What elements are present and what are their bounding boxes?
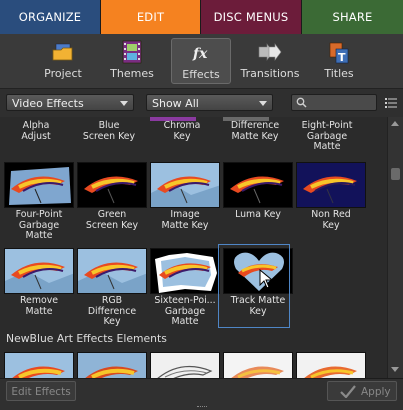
tab-organize[interactable]: ORGANIZE — [0, 0, 101, 34]
effects-button[interactable]: fx Effects — [171, 38, 231, 84]
show-filter-dropdown[interactable]: Show All — [146, 94, 273, 111]
effect-thumbnail — [77, 162, 147, 208]
titles-icon: T — [325, 40, 353, 64]
effect-item[interactable]: Green Screen Key — [77, 162, 147, 240]
effect-thumbnail — [150, 248, 220, 294]
effect-item[interactable]: Four-Point Garbage Matte — [4, 162, 74, 241]
effect-label: Luma Key — [235, 209, 281, 220]
effect-label: Image Matte Key — [161, 209, 209, 231]
effects-label: Effects — [182, 68, 220, 81]
tab-edit[interactable]: EDIT — [101, 0, 201, 34]
effect-label[interactable]: Alpha Adjust — [0, 120, 77, 142]
apply-button[interactable]: Apply — [327, 381, 397, 401]
effect-thumbnail — [4, 162, 74, 208]
effect-item[interactable]: Non Red Key — [296, 162, 366, 240]
effect-item[interactable]: Luma Key — [223, 162, 293, 240]
effect-label[interactable]: Chroma Key — [141, 120, 223, 142]
effect-thumbnail — [150, 162, 220, 208]
effect-label[interactable]: Blue Screen Key — [68, 120, 150, 142]
edit-subtoolbar: Project Themes fx Effects Transitions T … — [0, 34, 403, 89]
film-strip-icon — [118, 40, 146, 64]
effect-category-dropdown[interactable]: Video Effects — [6, 94, 134, 111]
effect-thumbnail — [296, 162, 366, 208]
effect-thumbnail — [77, 248, 147, 294]
effect-label: Sixteen-Poi... Garbage Matte — [154, 295, 216, 327]
effect-thumbnail[interactable] — [296, 352, 366, 378]
themes-button[interactable]: Themes — [102, 38, 162, 84]
themes-label: Themes — [110, 67, 154, 80]
svg-text:fx: fx — [192, 46, 208, 62]
project-button[interactable]: Project — [33, 38, 93, 84]
effect-label: RGB Difference Key — [87, 295, 137, 327]
effect-item[interactable]: Sixteen-Poi... Garbage Matte — [150, 248, 220, 327]
resize-grip[interactable] — [197, 406, 207, 409]
scroll-down-icon[interactable] — [391, 367, 399, 372]
arrows-right-icon — [256, 40, 284, 64]
scroll-up-icon[interactable] — [391, 121, 399, 126]
project-label: Project — [44, 67, 82, 80]
mouse-pointer-icon — [259, 269, 273, 289]
edit-effects-button[interactable]: Edit Effects — [6, 381, 76, 401]
svg-text:T: T — [338, 51, 346, 64]
folder-icon — [49, 40, 77, 64]
selected-effect-outline — [218, 244, 290, 328]
chevron-down-icon — [259, 101, 267, 106]
section-title: NewBlue Art Effects Elements — [6, 332, 167, 345]
tab-disc-menus[interactable]: DISC MENUS — [201, 0, 302, 34]
effect-thumbnail — [4, 248, 74, 294]
search-field[interactable] — [291, 94, 377, 111]
effect-thumbnail[interactable] — [150, 352, 220, 378]
effect-item[interactable]: Image Matte Key — [150, 162, 220, 240]
bottom-toolbar: Edit Effects Apply — [0, 378, 403, 410]
fx-icon: fx — [187, 41, 215, 65]
transitions-button[interactable]: Transitions — [240, 38, 300, 84]
list-view-icon[interactable] — [385, 97, 397, 109]
effect-item[interactable]: Remove Matte — [4, 248, 74, 326]
effect-label: Green Screen Key — [85, 209, 139, 231]
search-icon — [296, 97, 307, 108]
effect-item[interactable]: RGB Difference Key — [77, 248, 147, 327]
transitions-label: Transitions — [240, 67, 300, 80]
apply-label: Apply — [361, 386, 391, 398]
effect-label: Four-Point Garbage Matte — [15, 209, 63, 241]
effects-grid: Alpha Adjust Blue Screen Key Chroma Key Dif… — [0, 117, 387, 378]
effect-thumbnail[interactable] — [77, 352, 147, 378]
effect-category-value: Video Effects — [12, 97, 84, 110]
scroll-thumb[interactable] — [391, 168, 400, 180]
show-filter-value: Show All — [152, 97, 199, 110]
effect-thumbnail — [223, 162, 293, 208]
effects-panel: ORGANIZE EDIT DISC MENUS SHARE Project T… — [0, 0, 403, 410]
effect-thumbnail[interactable] — [223, 352, 293, 378]
effect-label: Non Red Key — [311, 209, 351, 231]
titles-label: Titles — [324, 67, 354, 80]
effects-filter-bar: Video Effects Show All — [0, 89, 403, 117]
effect-label[interactable]: Eight-Point Garbage Matte — [286, 120, 368, 153]
checkmark-icon — [340, 385, 356, 398]
effects-scrollbar[interactable] — [387, 117, 403, 378]
titles-button[interactable]: T Titles — [309, 38, 369, 84]
chevron-down-icon — [120, 101, 128, 106]
tab-share[interactable]: SHARE — [302, 0, 403, 34]
effect-label[interactable]: Difference Matte Key — [214, 120, 296, 142]
effect-thumbnail[interactable] — [4, 352, 74, 378]
effect-label: Remove Matte — [19, 295, 59, 317]
workspace-tabs: ORGANIZE EDIT DISC MENUS SHARE — [0, 0, 403, 34]
